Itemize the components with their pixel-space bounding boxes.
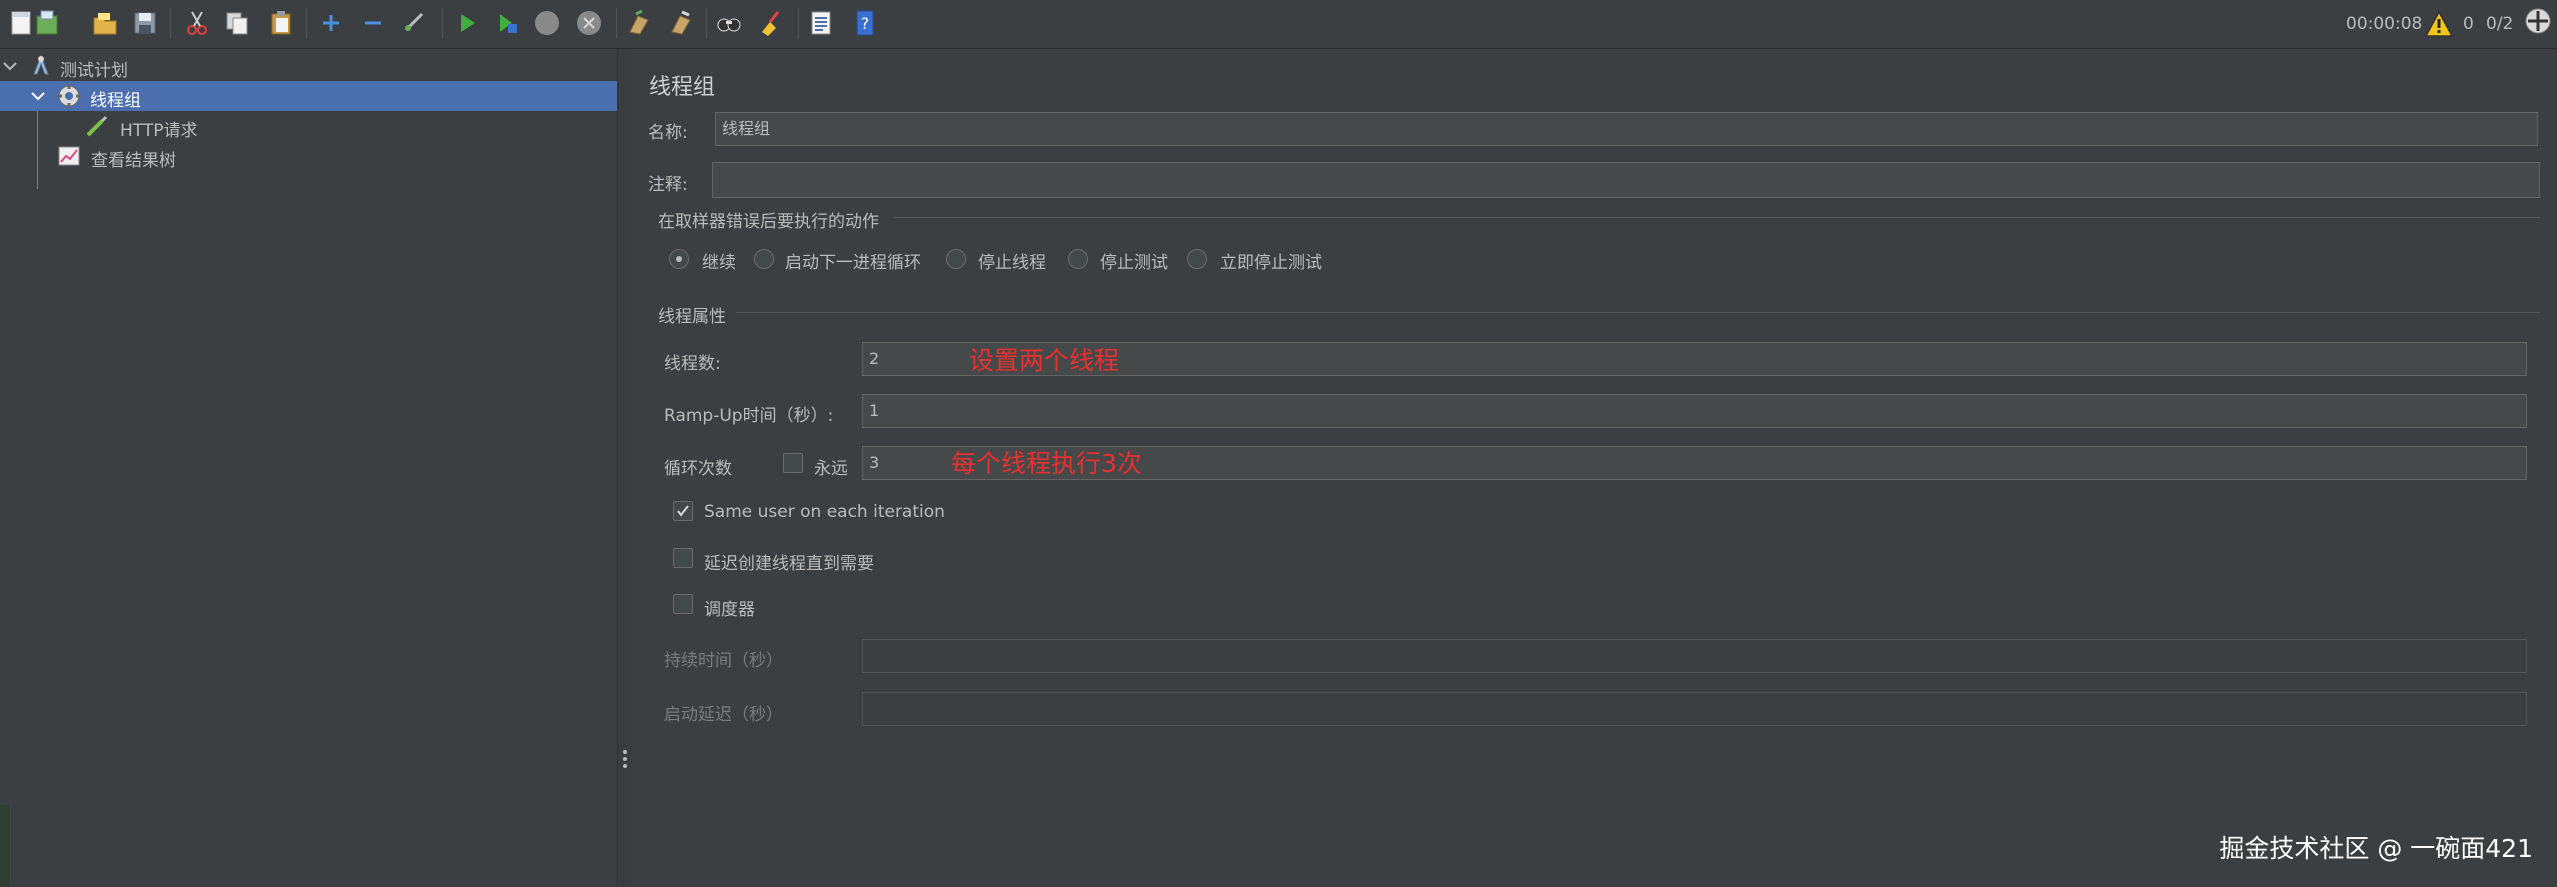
- chevron-down-icon[interactable]: [30, 88, 46, 104]
- chart-icon: [58, 146, 80, 166]
- collapse-all-icon[interactable]: [356, 6, 390, 40]
- scheduler-checkbox[interactable]: [673, 594, 693, 614]
- test-plan-tree: 测试计划 线程组 HTTP请求 查看结果树: [0, 49, 617, 887]
- toggle-icon[interactable]: [398, 6, 432, 40]
- forever-checkbox[interactable]: [783, 453, 803, 473]
- paste-icon[interactable]: [264, 6, 298, 40]
- test-plan-icon: [33, 54, 49, 75]
- drag-handle-icon[interactable]: [623, 750, 627, 772]
- cut-icon[interactable]: [180, 6, 214, 40]
- svg-text:?: ?: [861, 14, 870, 33]
- threads-status: 0/2: [2486, 14, 2514, 34]
- loop-count-label: 循环次数: [664, 459, 732, 479]
- tree-item-http-request[interactable]: HTTP请求: [0, 111, 617, 141]
- tree-item-thread-group[interactable]: 线程组: [0, 81, 617, 111]
- function-helper-icon[interactable]: [804, 6, 838, 40]
- delay-thread-creation-label: 延迟创建线程直到需要: [704, 554, 874, 574]
- delay-thread-creation-checkbox[interactable]: [673, 548, 693, 568]
- reset-search-icon[interactable]: [754, 6, 788, 40]
- thread-group-panel: 线程组 名称: 线程组 注释: 在取样器错误后要执行的动作 继续 启动下一进程循…: [632, 49, 2557, 887]
- tree-item-label: 线程组: [90, 91, 141, 111]
- templates-icon[interactable]: [30, 6, 64, 40]
- split-pane-divider[interactable]: [617, 49, 633, 887]
- search-icon[interactable]: [712, 6, 746, 40]
- radio-label: 继续: [702, 253, 736, 273]
- warning-icon[interactable]: [2424, 10, 2454, 38]
- watermark: 掘金技术社区 @ 一碗面421: [2219, 834, 2533, 863]
- clear-all-icon[interactable]: [664, 6, 698, 40]
- tree-item-view-results-tree[interactable]: 查看结果树: [0, 141, 617, 171]
- radio-label: 立即停止测试: [1220, 253, 1322, 273]
- name-field[interactable]: 线程组: [715, 112, 2538, 146]
- warning-count: 0: [2463, 14, 2474, 34]
- loop-annotation: 每个线程执行3次: [951, 449, 1142, 478]
- rampup-label: Ramp-Up时间（秒）:: [664, 406, 834, 426]
- expand-all-icon[interactable]: [314, 6, 348, 40]
- start-no-pauses-icon[interactable]: [490, 6, 524, 40]
- duration-field[interactable]: [862, 639, 2527, 673]
- same-user-label: Same user on each iteration: [704, 502, 945, 522]
- copy-icon[interactable]: [220, 6, 254, 40]
- chevron-down-icon[interactable]: [2, 58, 18, 74]
- comment-field[interactable]: [712, 162, 2540, 198]
- gear-icon: [57, 84, 81, 108]
- same-user-checkbox[interactable]: [673, 501, 693, 521]
- tree-item-test-plan[interactable]: 测试计划: [0, 51, 617, 81]
- main-toolbar: ? 00:00:08 0 0/2: [0, 0, 2557, 49]
- start-icon[interactable]: [450, 6, 484, 40]
- threads-annotation: 设置两个线程: [969, 346, 1120, 375]
- forever-label: 永远: [814, 459, 848, 479]
- radio-start-next-loop[interactable]: [754, 249, 774, 269]
- startup-delay-field[interactable]: [862, 692, 2527, 726]
- radio-stop-test[interactable]: [1068, 249, 1088, 269]
- tree-item-label: 查看结果树: [91, 151, 176, 171]
- radio-stop-test-now[interactable]: [1187, 249, 1207, 269]
- thread-properties-group-title: 线程属性: [658, 307, 726, 327]
- elapsed-time: 00:00:08: [2346, 14, 2423, 34]
- tree-item-label: 测试计划: [60, 61, 128, 81]
- comment-label: 注释:: [648, 175, 688, 195]
- name-label: 名称:: [648, 123, 688, 143]
- radio-label: 停止线程: [978, 253, 1046, 273]
- threads-label: 线程数:: [664, 354, 721, 374]
- save-icon[interactable]: [128, 6, 162, 40]
- radio-continue[interactable]: [669, 249, 689, 269]
- startup-delay-label: 启动延迟（秒）: [664, 705, 783, 725]
- shutdown-icon[interactable]: [572, 6, 606, 40]
- left-edge-strip: [0, 805, 11, 887]
- pipette-icon: [86, 115, 108, 137]
- error-action-group-title: 在取样器错误后要执行的动作: [658, 212, 879, 232]
- page-title: 线程组: [649, 75, 716, 100]
- rampup-field[interactable]: 1: [862, 394, 2527, 428]
- radio-stop-thread[interactable]: [946, 249, 966, 269]
- open-icon[interactable]: [88, 6, 122, 40]
- scheduler-label: 调度器: [704, 600, 755, 620]
- help-icon[interactable]: ?: [848, 6, 882, 40]
- clear-icon[interactable]: [622, 6, 656, 40]
- radio-label: 启动下一进程循环: [785, 253, 921, 273]
- remote-globe-icon[interactable]: [2523, 7, 2553, 35]
- duration-label: 持续时间（秒）: [664, 651, 783, 671]
- checkmark-icon: [677, 505, 689, 517]
- radio-label: 停止测试: [1100, 253, 1168, 273]
- stop-icon[interactable]: [530, 6, 564, 40]
- tree-item-label: HTTP请求: [120, 121, 198, 141]
